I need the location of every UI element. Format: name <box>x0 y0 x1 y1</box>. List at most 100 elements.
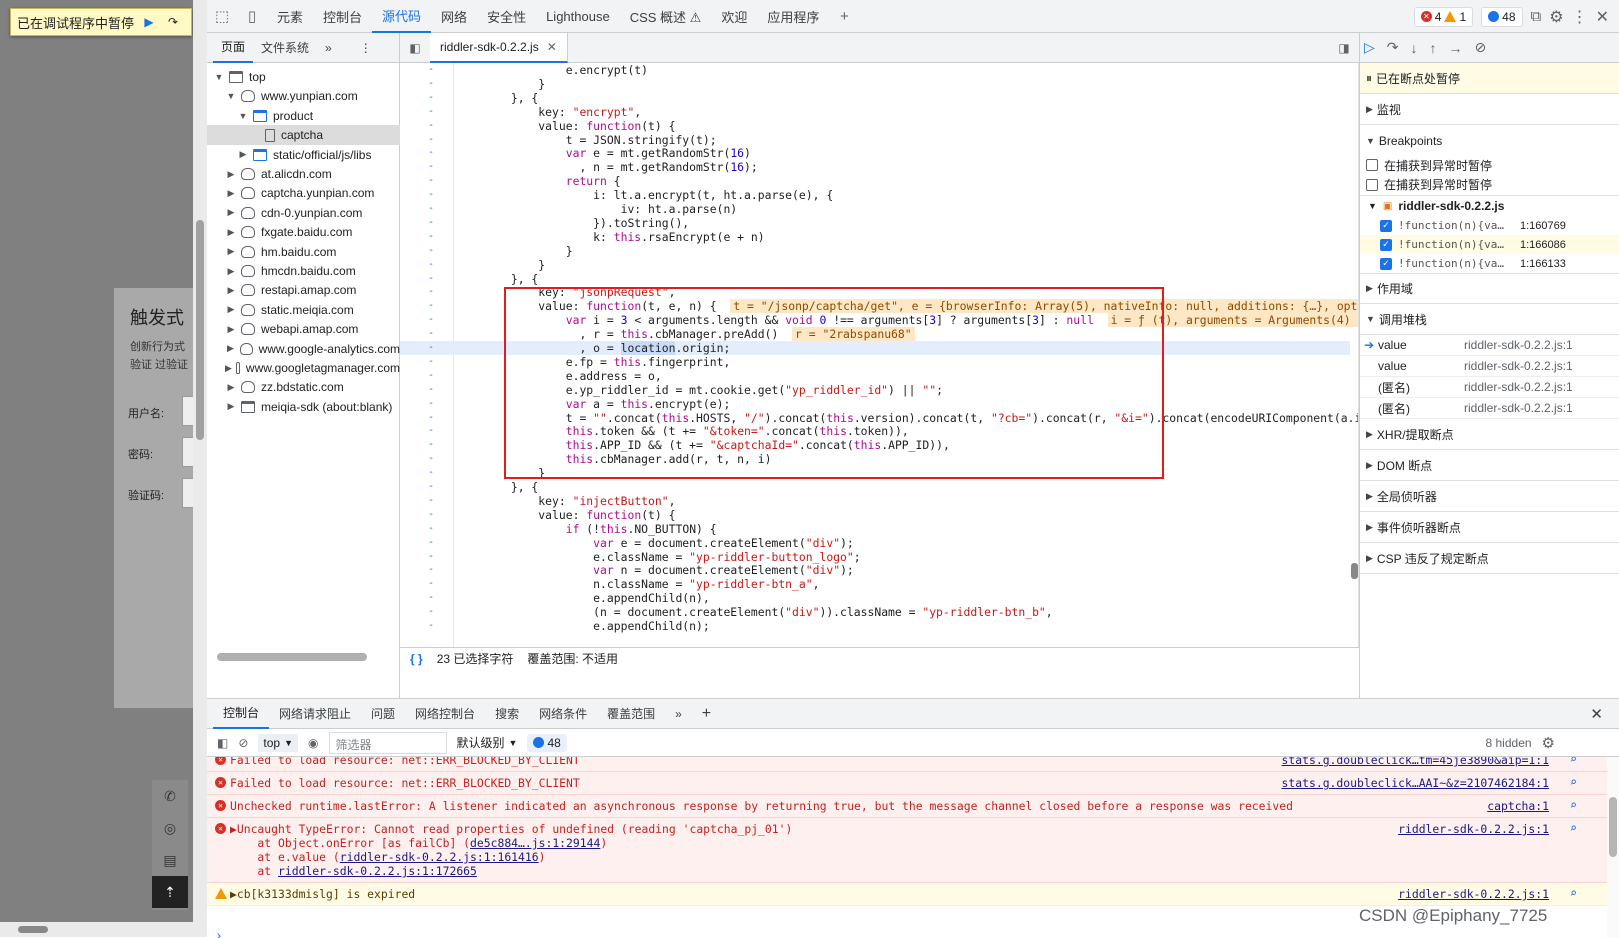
tree-item[interactable]: ▶ static/official/js/libs <box>207 145 400 165</box>
search-icon[interactable]: ⌕ <box>1570 757 1577 766</box>
callstack-frame[interactable]: (匿名) riddler-sdk-0.2.2.js:1 <box>1360 377 1619 398</box>
pause-uncaught-option[interactable]: 在捕获到异常时暂停 <box>1360 156 1619 174</box>
tree-item[interactable]: ▶ static.meiqia.com <box>207 300 400 320</box>
toggle-navigator-icon[interactable]: ◧ <box>400 41 430 55</box>
code-vertical-scrollbar[interactable] <box>1350 63 1358 649</box>
tab-filesystem[interactable]: 文件系统 <box>253 33 317 63</box>
callstack-frame[interactable]: ➔ value riddler-sdk-0.2.2.js:1 <box>1360 335 1619 356</box>
breakpoints-section[interactable]: ▼ Breakpoints <box>1360 125 1619 156</box>
pause-uncaught-checkbox[interactable] <box>1366 159 1378 171</box>
console-message[interactable]: ▶cb[k3133dmislg] is expired riddler-sdk-0… <box>207 883 1607 906</box>
tree-item[interactable]: ▼ product <box>207 106 400 126</box>
deactivate-breakpoints-icon[interactable]: ⊘ <box>1475 39 1487 56</box>
console-message[interactable]: ✕ Failed to load resource: net::ERR_BLOCK… <box>207 757 1607 772</box>
messages-counter[interactable]: 48 <box>1481 6 1523 27</box>
sidebar-section[interactable]: ▶ XHR/提取断点 <box>1360 419 1619 450</box>
console-message[interactable]: ✕ Unchecked runtime.lastError: A listener… <box>207 795 1607 818</box>
resume-icon[interactable]: ▷ <box>1364 39 1375 56</box>
tab-lighthouse[interactable]: Lighthouse <box>536 0 620 33</box>
device-toolbar-icon[interactable]: ▯ <box>237 0 267 33</box>
code-line[interactable]: - e.appendChild(n); <box>400 619 1350 633</box>
pause-caught-option[interactable]: 在捕获到异常时暂停 <box>1360 174 1619 196</box>
stack-link[interactable]: de5c884….js:1:29144 <box>470 836 600 850</box>
drawer-tab-network-conditions[interactable]: 网络条件 <box>529 699 597 729</box>
pretty-print-icon[interactable]: { } <box>410 652 423 666</box>
file-tab[interactable]: riddler-sdk-0.2.2.js ✕ <box>430 32 568 63</box>
settings-gear-icon[interactable]: ⚙ <box>1549 7 1563 27</box>
tab-console[interactable]: 控制台 <box>313 0 372 33</box>
sidebar-section[interactable]: ▶ DOM 断点 <box>1360 450 1619 481</box>
tree-item[interactable]: ▶ hmcdn.baidu.com <box>207 261 400 281</box>
breakpoint-checkbox[interactable]: ✓ <box>1380 219 1392 232</box>
back-to-top-icon[interactable]: ⇡ <box>152 876 188 908</box>
code-line[interactable]: - i: lt.a.encrypt(t, ht.a.parse(e), { <box>400 188 1350 202</box>
code-line[interactable]: - } <box>400 258 1350 272</box>
tree-item[interactable]: captcha <box>207 125 400 146</box>
page-horizontal-scrollbar[interactable] <box>0 922 193 937</box>
code-line[interactable]: - var e = document.createElement("div"); <box>400 536 1350 550</box>
search-icon[interactable]: ⌕ <box>1570 886 1577 900</box>
step-over-icon[interactable]: ↷ <box>164 13 182 31</box>
close-tab-icon[interactable]: ✕ <box>547 40 557 54</box>
code-line[interactable]: - if (!this.NO_BUTTON) { <box>400 522 1350 536</box>
code-line[interactable]: - , n = mt.getRandomStr(16); <box>400 160 1350 174</box>
console-sidebar-icon[interactable]: ◧ <box>217 736 228 750</box>
drawer-tab-coverage[interactable]: 覆盖范围 <box>597 699 665 729</box>
search-icon[interactable]: ⌕ <box>1570 821 1577 835</box>
drawer-tab-issues[interactable]: 问题 <box>361 699 405 729</box>
support-icon[interactable]: ◎ <box>152 812 188 844</box>
tree-item[interactable]: ▼ top <box>207 67 400 87</box>
code-line[interactable]: - e.className = "yp-riddler-button_logo"… <box>400 550 1350 564</box>
tree-item[interactable]: ▼ www.yunpian.com <box>207 86 400 106</box>
tree-item[interactable]: ▶ meiqia-sdk (about:blank) <box>207 397 400 417</box>
sidebar-section[interactable]: ▶ CSP 违反了规定断点 <box>1360 543 1619 574</box>
search-icon[interactable]: ⌕ <box>1570 798 1577 812</box>
issues-counter[interactable]: ✕ 4 1 <box>1413 6 1474 27</box>
live-expression-icon[interactable]: ◉ <box>308 736 318 750</box>
step-out-icon[interactable]: ↑ <box>1430 40 1437 56</box>
drawer-tab-request-blocking[interactable]: 网络请求阻止 <box>269 699 361 729</box>
tab-security[interactable]: 安全性 <box>477 0 536 33</box>
drawer-tab-console[interactable]: 控制台 <box>213 699 270 729</box>
tree-item[interactable]: ▶ zz.bdstatic.com <box>207 377 400 397</box>
callstack-section[interactable]: ▼ 调用堆栈 <box>1360 304 1619 335</box>
code-line[interactable]: - }).toString(), <box>400 216 1350 230</box>
code-line[interactable]: - n.className = "yp-riddler-btn_a", <box>400 577 1350 591</box>
code-line[interactable]: - e.encrypt(t) <box>400 63 1350 77</box>
page-vertical-scrollbar[interactable] <box>193 0 207 937</box>
step-icon[interactable]: → <box>1449 40 1463 56</box>
more-tabs-icon[interactable]: » <box>317 33 340 63</box>
toggle-debugger-icon[interactable]: ◨ <box>1329 41 1359 55</box>
scope-section[interactable]: ▶ 作用域 <box>1360 273 1619 304</box>
console-filter-input[interactable]: 筛选器 <box>328 731 447 754</box>
navigator-menu-icon[interactable]: ⋮ <box>352 33 380 63</box>
close-devtools-icon[interactable]: ✕ <box>1596 7 1609 27</box>
code-line[interactable]: - var e = mt.getRandomStr(16) <box>400 146 1350 160</box>
more-menu-icon[interactable]: ⋮ <box>1572 7 1588 27</box>
code-line[interactable]: - iv: ht.a.parse(n) <box>400 202 1350 216</box>
code-line[interactable]: - }, { <box>400 272 1350 286</box>
tab-application[interactable]: 应用程序 <box>757 0 829 33</box>
close-drawer-icon[interactable]: ✕ <box>1580 699 1613 729</box>
code-line[interactable]: - return { <box>400 174 1350 188</box>
pause-caught-checkbox[interactable] <box>1366 178 1378 191</box>
message-source-link[interactable]: captcha:1 <box>1487 799 1549 813</box>
add-tab-icon[interactable]: + <box>829 0 859 33</box>
code-line[interactable]: - k: this.rsaEncrypt(e + n) <box>400 230 1350 244</box>
drawer-tab-network-console[interactable]: 网络控制台 <box>405 699 485 729</box>
message-source-link[interactable]: riddler-sdk-0.2.2.js:1 <box>1398 887 1549 901</box>
navigator-horizontal-scrollbar[interactable] <box>217 653 367 661</box>
tree-item[interactable]: ▶ www.googletagmanager.com <box>207 358 400 378</box>
resume-icon[interactable]: ▶ <box>140 13 158 31</box>
tab-welcome[interactable]: 欢迎 <box>711 0 757 33</box>
tree-item[interactable]: ▶ restapi.amap.com <box>207 280 400 300</box>
step-over-icon[interactable]: ↷ <box>1387 39 1399 56</box>
tree-item[interactable]: ▶ www.google-analytics.com <box>207 339 400 359</box>
tree-item[interactable]: ▶ at.alicdn.com <box>207 164 400 184</box>
clipboard-icon[interactable]: ▤ <box>152 844 188 876</box>
code-line[interactable]: - (n = document.createElement("div")).cl… <box>400 605 1350 619</box>
add-tab-icon[interactable]: + <box>692 699 721 729</box>
sidebar-section[interactable]: ▶ 全局侦听器 <box>1360 481 1619 512</box>
code-line[interactable]: - key: "injectButton", <box>400 494 1350 508</box>
message-source-link[interactable]: stats.g.doubleclick…AAI~&z=2107462184:1 <box>1282 776 1549 790</box>
